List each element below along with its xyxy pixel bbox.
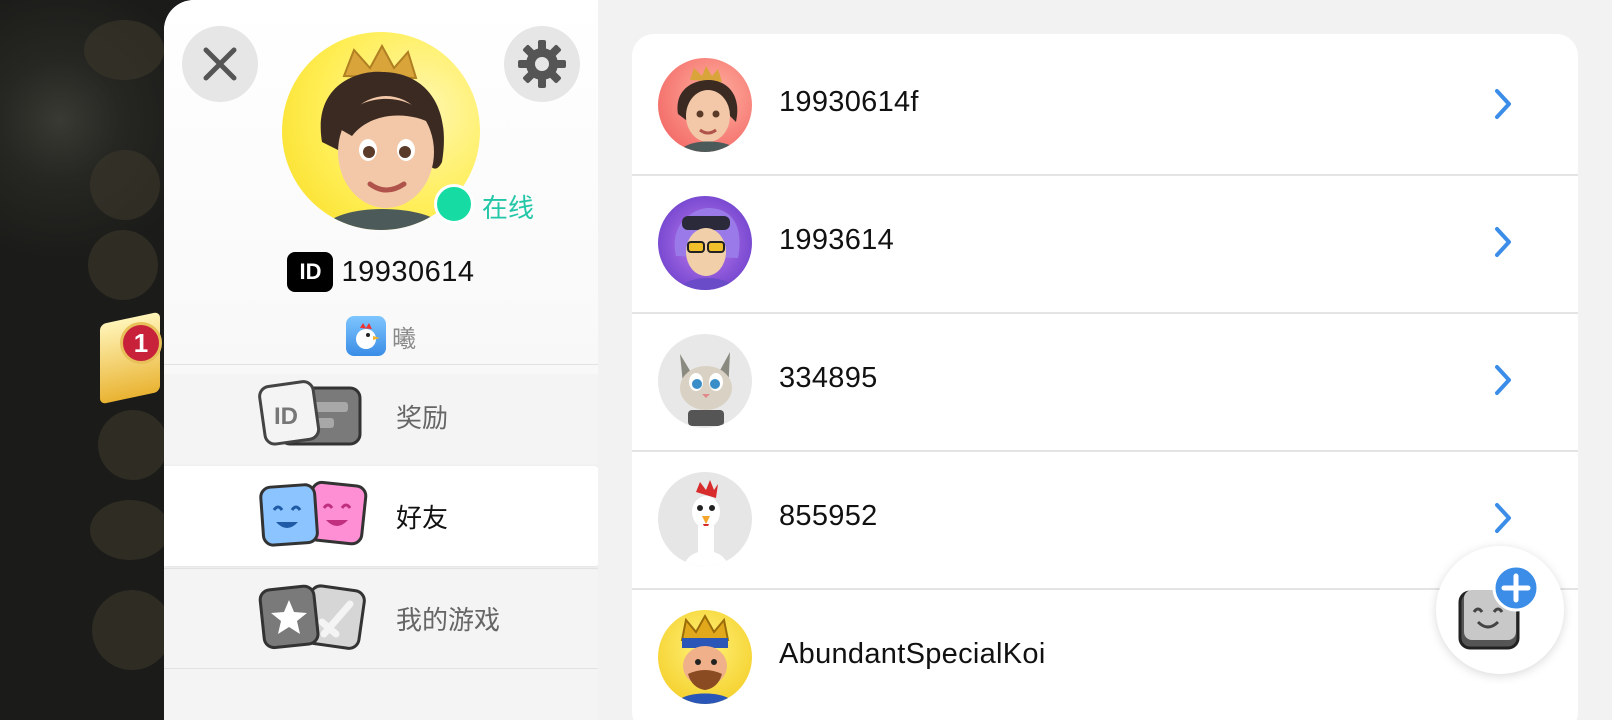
profile-panel: 在线 ID 19930614 曦 ID 奖励 好友 我的游戏 xyxy=(164,0,606,720)
friend-row[interactable]: 1993614 xyxy=(632,172,1578,314)
cat-avatar xyxy=(658,334,752,428)
add-friend-icon xyxy=(1458,564,1540,650)
divider xyxy=(164,364,598,365)
settings-button[interactable] xyxy=(504,26,580,102)
menu-item-my-games[interactable]: 我的游戏 xyxy=(164,568,598,668)
chevron-right-icon xyxy=(1495,365,1511,395)
rooster-game-icon xyxy=(346,316,386,356)
princess-avatar xyxy=(658,58,752,152)
user-id-row[interactable]: ID 19930614 xyxy=(164,252,598,292)
svg-text:ID: ID xyxy=(274,403,298,430)
gear-icon xyxy=(518,40,566,88)
friend-name: 855952 xyxy=(779,500,878,532)
friend-name: 334895 xyxy=(779,362,878,394)
star-sword-cards-icon xyxy=(258,582,370,654)
profile-header: 在线 ID 19930614 曦 xyxy=(164,0,598,374)
friend-row[interactable]: 19930614f xyxy=(632,34,1578,176)
chevron-right-icon xyxy=(1495,503,1511,533)
menu-item-label: 奖励 xyxy=(396,402,449,433)
add-friend-button[interactable] xyxy=(1436,546,1564,674)
id-cards-icon: ID xyxy=(258,380,370,452)
purple-hair-avatar xyxy=(658,196,752,290)
friend-name: 19930614f xyxy=(779,86,919,118)
chevron-right-icon xyxy=(1495,89,1511,119)
id-badge-icon: ID xyxy=(287,252,334,292)
game-background: 1 xyxy=(0,0,172,720)
menu-item-label: 我的游戏 xyxy=(396,604,501,635)
divider xyxy=(164,668,598,669)
smiley-cards-icon xyxy=(258,480,370,552)
chevron-right-icon xyxy=(1495,227,1511,257)
nickname: 曦 xyxy=(392,325,416,353)
notification-badge: 1 xyxy=(120,322,162,364)
nickname-row[interactable]: 曦 xyxy=(164,316,598,356)
online-status-label: 在线 xyxy=(482,193,535,223)
menu-item-label: 好友 xyxy=(396,502,449,533)
chicken-avatar xyxy=(658,472,752,566)
online-status-dot xyxy=(434,184,474,224)
menu-item-friends[interactable]: 好友 xyxy=(164,466,606,566)
king-avatar xyxy=(658,610,752,704)
close-button[interactable] xyxy=(182,26,258,102)
user-id: 19930614 xyxy=(341,255,475,288)
friend-name: 1993614 xyxy=(779,224,894,256)
menu-item-rewards[interactable]: ID 奖励 xyxy=(164,366,598,466)
friend-name: AbundantSpecialKoi xyxy=(779,638,1046,670)
friend-row[interactable]: 334895 xyxy=(632,310,1578,452)
close-icon xyxy=(203,47,237,81)
